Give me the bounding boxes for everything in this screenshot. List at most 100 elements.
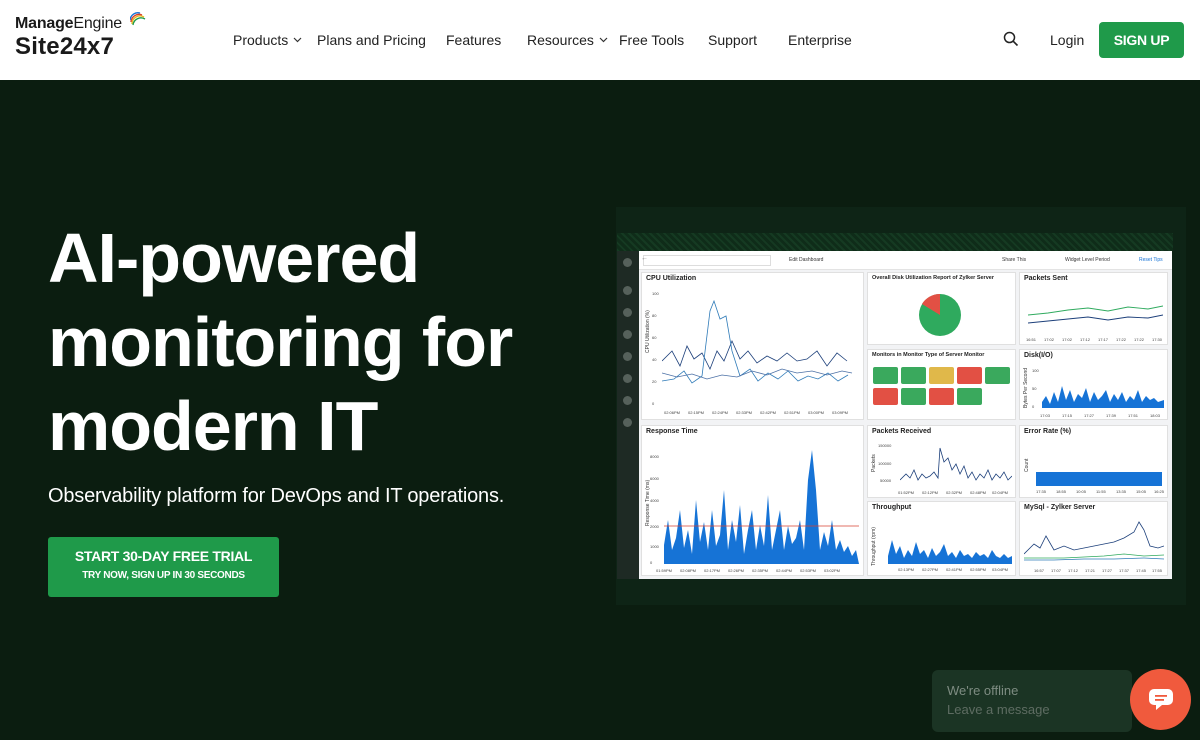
y-tick: 2000 [650,524,659,529]
chevron-down-icon [293,37,302,43]
x-tick: 17:03 [1040,413,1051,418]
y-tick: 0 [650,560,653,565]
x-tick: 01:59PM [656,568,673,573]
x-tick: 15:05 [1136,489,1147,494]
monitor-status-cell [901,367,926,384]
x-tick: 02:48PM [970,490,987,495]
hero-title: AI-powered monitoring for modern IT [48,216,608,468]
widget-title: MySql - Zylker Server [1024,504,1096,511]
x-tick: 02:24PM [712,410,729,415]
y-tick: 20 [652,379,657,384]
nav-label: Free Tools [619,32,685,48]
monitor-status-cell [929,367,954,384]
nav-label: Features [446,32,502,48]
chevron-down-icon [599,37,608,43]
x-tick: 17:27 [1084,413,1095,418]
sidebar-dot-icon [623,418,632,427]
x-tick: 02:06PM [664,410,681,415]
x-tick: 02:27PM [922,567,939,572]
nav-products[interactable]: Products [233,32,302,48]
nav-features[interactable]: Features [446,32,501,48]
monitor-status-cell [929,388,954,405]
x-tick: 02:51PM [784,410,801,415]
y-tick: 8000 [650,454,659,459]
x-tick: 18:55 [1056,489,1067,494]
x-tick: 02:53PM [800,568,817,573]
widget-disk-io: Disk(I/O) Bytes Per Second 100 50 0 17:0… [1019,349,1168,420]
monitor-status-cell [901,388,926,405]
x-tick: 17:15 [1062,413,1073,418]
widget-title: Disk(I/O) [1024,352,1053,359]
signup-button[interactable]: SIGN UP [1099,22,1184,58]
sidebar-dot-icon [623,286,632,295]
y-tick: 40 [652,357,657,362]
widget-packets-received: Packets Received Packets 150000 100000 5… [867,425,1016,498]
x-tick: 17:39 [1106,413,1117,418]
widget-title: Error Rate (%) [1024,428,1072,435]
search-icon[interactable] [1003,31,1019,47]
x-tick: 02:35PM [752,568,769,573]
x-tick: 11:55 [1096,489,1106,494]
nav-label: Products [233,32,289,48]
y-tick: 150000 [878,443,892,448]
hero-subtitle: Observability platform for DevOps and IT… [48,485,505,507]
dashboard-selector [643,255,771,266]
widget-response-time: Response Time Response Time (ms) 8000 60… [641,425,864,576]
sidebar-dot-icon [623,396,632,405]
packets-sent-chart [1028,305,1163,324]
chat-status: We're offline [947,683,1019,698]
chat-launcher-button[interactable] [1130,669,1191,730]
nav-support[interactable]: Support [708,32,757,48]
x-tick: 17:12 [1080,337,1091,342]
x-tick: 17:37 [1119,568,1130,573]
x-tick: 13:35 [1116,489,1127,494]
x-tick: 17:55 [1152,568,1163,573]
x-tick: 01:52PM [898,490,915,495]
y-tick: 60 [652,335,657,340]
site24x7-wordmark: Site24x7 [15,33,115,60]
monitor-status-cell [873,367,898,384]
x-tick: 02:17PM [704,568,721,573]
nav-plans-pricing[interactable]: Plans and Pricing [317,32,426,48]
widget-throughput: Throughput Throughput (rpm) 02:13PM 02:2… [867,501,1016,576]
widget-title: Overall Disk Utilization Report of Zylke… [872,275,994,281]
sidebar-dot-icon [623,330,632,339]
manageengine-wordmark: ManageEngine [15,12,146,33]
x-tick: 02:15PM [688,410,705,415]
y-tick: 100 [1032,368,1039,373]
widget-title: Monitors in Monitor Type of Server Monit… [872,352,985,358]
x-tick: 02:42PM [760,410,777,415]
x-tick: 17:51 [1128,413,1139,418]
x-tick: 16:51 [1026,337,1037,342]
x-tick: 17:27 [1102,568,1113,573]
sidebar-dot-icon [623,352,632,361]
x-tick: 02:32PM [946,490,963,495]
widget-title: Throughput [872,504,912,511]
x-tick: 02:41PM [946,567,963,572]
chat-offline-panel[interactable]: We're offline Leave a message [932,670,1132,732]
x-tick: 03:00PM [808,410,825,415]
x-tick: 03:04PM [992,567,1009,572]
x-tick: 17:30 [1152,337,1163,342]
nav-free-tools[interactable]: Free Tools [619,32,684,48]
x-tick: 17:45 [1136,568,1147,573]
x-tick: 17:22 [1134,337,1145,342]
widget-mysql: MySql - Zylker Server 16:57 17:07 17:12 … [1019,501,1168,576]
y-tick: 6000 [650,476,659,481]
throughput-area-chart [888,540,1012,564]
widget-cpu-utilization: CPU Utilization CPU Utilization (%) 100 … [641,272,864,420]
y-axis-label: Throughput (rpm) [871,527,877,566]
y-axis-label: CPU Utilization (%) [645,310,651,353]
x-tick: 16:25 [1154,489,1165,494]
nav-resources[interactable]: Resources [527,32,608,48]
nav-enterprise[interactable]: Enterprise [788,32,852,48]
period-label: Widget Level Period [1065,257,1110,263]
start-trial-button[interactable]: START 30-DAY FREE TRIAL TRY NOW, SIGN UP… [48,537,279,597]
x-tick: 02:12PM [922,490,939,495]
login-link[interactable]: Login [1050,32,1084,48]
hero-title-line: monitoring for [48,303,513,381]
nav-label: Enterprise [788,32,852,48]
y-tick: 1000 [650,544,659,549]
nav-label: Plans and Pricing [317,32,426,48]
site24x7-logo[interactable]: ManageEngine Site24x7 [15,12,146,61]
